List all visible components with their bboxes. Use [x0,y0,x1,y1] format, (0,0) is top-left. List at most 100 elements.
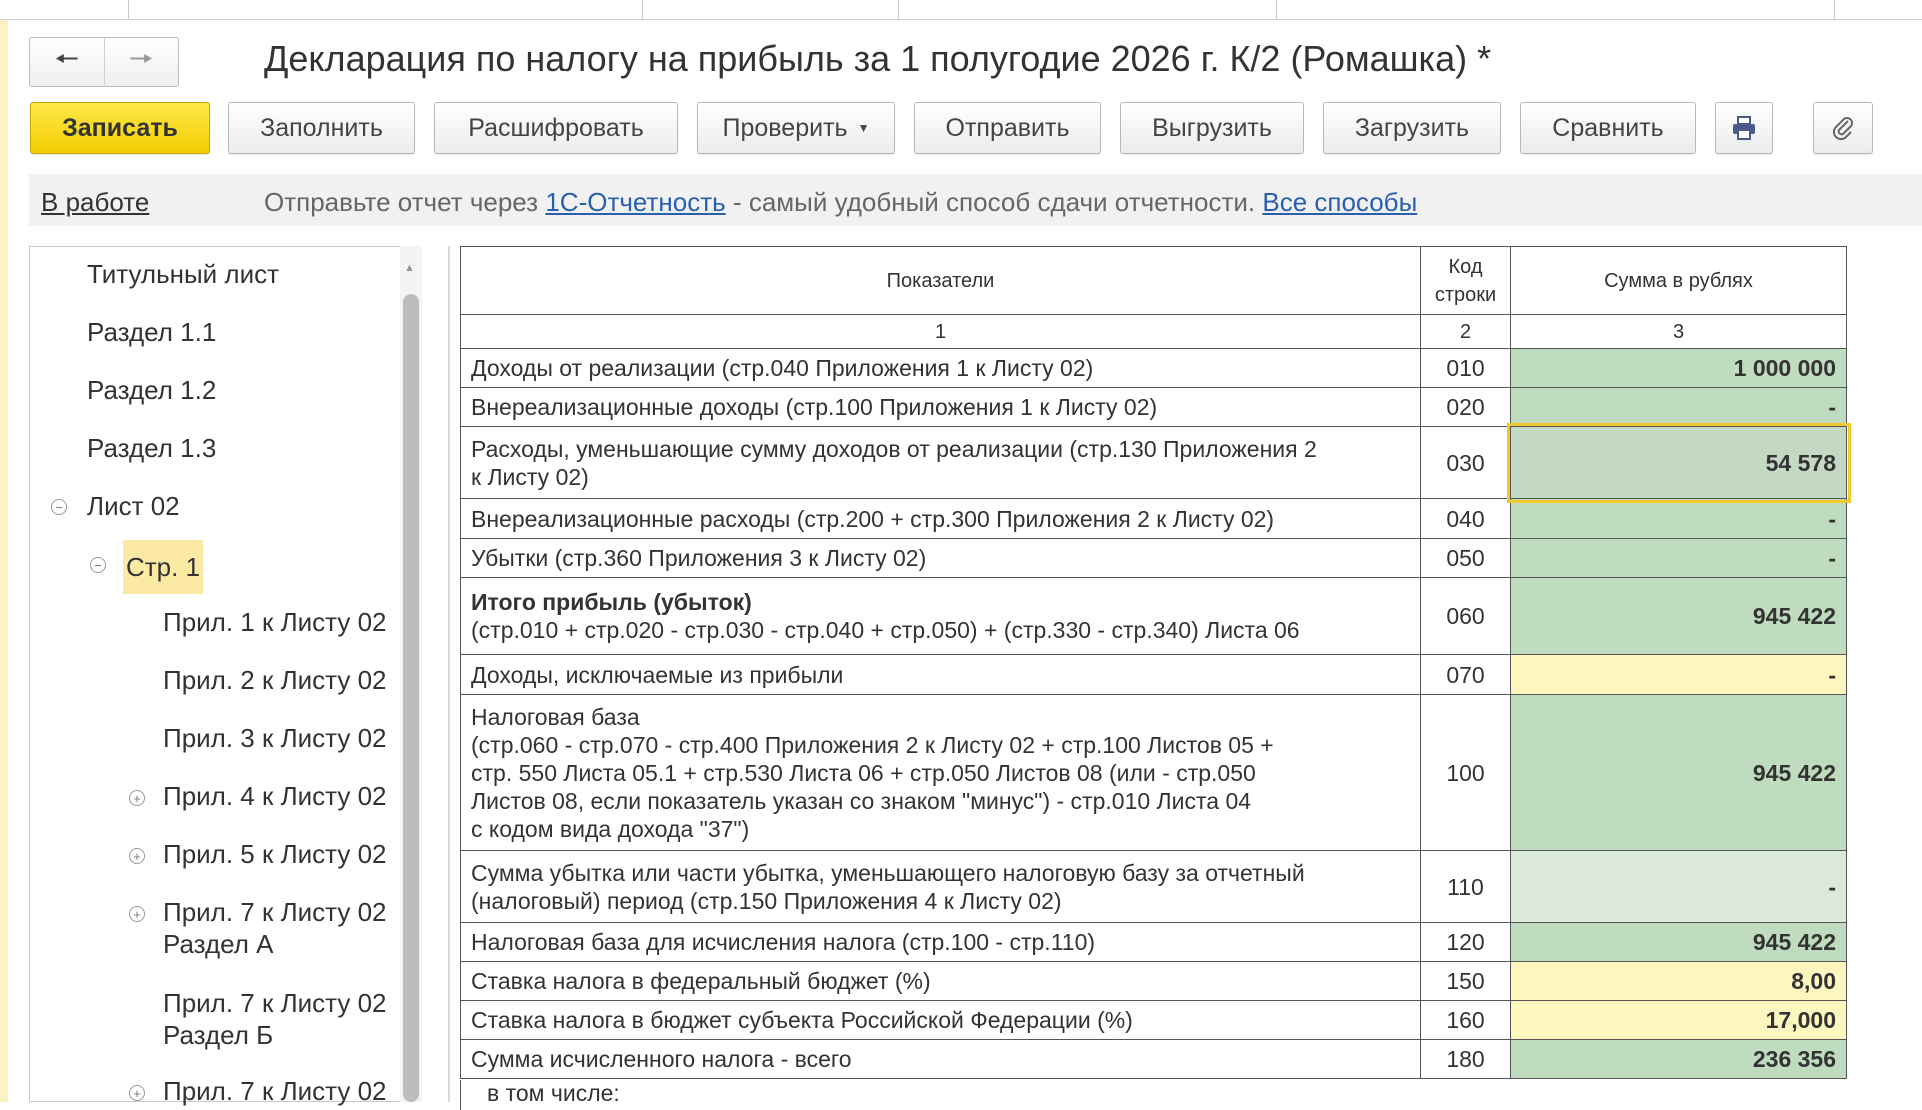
row-label-line: стр. 550 Листа 05.1 + стр.530 Листа 06 +… [471,759,1256,786]
tree-item-sheet-02[interactable]: Лист 02 [87,491,180,522]
tree-item-appendix-3[interactable]: Прил. 3 к Листу 02 [163,723,387,754]
row-label: Сумма исчисленного налога - всего [460,1039,1421,1079]
back-button[interactable]: 🠔 [30,38,104,86]
page-title: Декларация по налогу на прибыль за 1 пол… [264,38,1492,79]
table-row: Убытки (стр.360 Приложения 3 к Листу 02)… [460,538,1847,578]
row-value-020[interactable]: - [1510,387,1847,427]
colnum-3: 3 [1510,314,1847,349]
row-label-line: Итого прибыль (убыток) [471,589,752,615]
row-value-060[interactable]: 945 422 [1510,577,1847,655]
tree-item-section-1-2[interactable]: Раздел 1.2 [87,375,216,406]
row-code: 050 [1420,538,1511,578]
window-tab[interactable] [1276,0,1277,20]
tree-item-appendix-2[interactable]: Прил. 2 к Листу 02 [163,665,387,696]
tree-item-appendix-4[interactable]: Прил. 4 к Листу 02 [163,781,387,812]
row-label: Внереализационные доходы (стр.100 Прилож… [460,387,1421,427]
table-row: Сумма исчисленного налога - всего 180 23… [460,1039,1847,1079]
tree-item-appendix-7[interactable]: Прил. 7 к Листу 02 [163,1076,387,1107]
row-value-050[interactable]: - [1510,538,1847,578]
row-label-line: с кодом вида дохода "37") [471,815,750,842]
paperclip-icon [1832,117,1853,141]
expand-icon[interactable]: + [129,848,145,864]
header-indicators: Показатели [460,246,1421,315]
tree-item-appendix-7a-sub: Раздел А [163,929,274,959]
row-value-160[interactable]: 17,000 [1510,1000,1847,1040]
table-row: Налоговая база для исчисления налога (ст… [460,922,1847,962]
row-value-100[interactable]: 945 422 [1510,694,1847,851]
row-label-line: Расходы, уменьшающие сумму доходов от ре… [471,435,1317,462]
history-navigation: 🠔 🠖 [29,37,179,87]
row-value-010[interactable]: 1 000 000 [1510,348,1847,388]
arrow-left-icon: 🠔 [54,43,79,74]
check-button[interactable]: Проверить ▼ [697,102,895,154]
forward-button[interactable]: 🠖 [103,38,179,86]
row-label-line: (стр.060 - стр.070 - стр.400 Приложения … [471,731,1274,758]
save-button[interactable]: Записать [30,102,210,154]
report-state-link[interactable]: В работе [41,187,149,218]
table-header-row: Показатели Код строки Сумма в рублях [460,246,1847,315]
status-message-after: - самый удобный способ сдачи отчетности. [732,187,1256,217]
panel-splitter[interactable] [448,246,450,1102]
row-label: Ставка налога в бюджет субъекта Российск… [460,1000,1421,1040]
tree-item-section-1-3[interactable]: Раздел 1.3 [87,433,216,464]
row-value-180[interactable]: 236 356 [1510,1039,1847,1079]
status-bar: В работе Отправьте отчет через 1С-Отчетн… [29,174,1922,226]
tree-item-page-1[interactable]: Стр. 1 [123,540,204,594]
row-code: 040 [1420,498,1511,539]
row-code: 100 [1420,694,1511,851]
send-button[interactable]: Отправить [914,102,1101,154]
row-value-110[interactable]: - [1510,850,1847,923]
window-tab[interactable] [898,0,899,20]
collapse-icon[interactable]: − [90,557,106,573]
expand-icon[interactable]: + [129,1085,145,1101]
tree-item-title-page[interactable]: Титульный лист [87,259,279,290]
window-tab[interactable] [1834,0,1835,20]
header-code-line2: строки [1434,283,1497,306]
print-button[interactable] [1715,102,1773,154]
collapse-icon[interactable]: − [51,499,67,515]
row-label: Ставка налога в федеральный бюджет (%) [460,961,1421,1001]
compare-button[interactable]: Сравнить [1520,102,1696,154]
decode-button[interactable]: Расшифровать [434,102,678,154]
window-tab-strip [0,0,1922,20]
scroll-up-icon[interactable]: ▲ [404,262,415,274]
tree-item-appendix-5[interactable]: Прил. 5 к Листу 02 [163,839,387,870]
tree-scrollbar-thumb[interactable] [403,294,419,1102]
service-link[interactable]: 1С-Отчетность [545,187,725,217]
export-button[interactable]: Выгрузить [1120,102,1304,154]
tree-item-appendix-1[interactable]: Прил. 1 к Листу 02 [163,607,387,638]
table-row: Ставка налога в федеральный бюджет (%) 1… [460,961,1847,1001]
row-value-150[interactable]: 8,00 [1510,961,1847,1001]
row-code: 060 [1420,577,1511,655]
printer-icon [1733,116,1755,140]
tree-item-appendix-7a[interactable]: Прил. 7 к Листу 02 [163,897,387,928]
row-label-line: к Листу 02) [471,463,589,490]
fill-button[interactable]: Заполнить [228,102,415,154]
import-button[interactable]: Загрузить [1323,102,1501,154]
table-row: Доходы, исключаемые из прибыли 070 - [460,654,1847,695]
all-methods-link[interactable]: Все способы [1262,187,1417,217]
attach-button[interactable] [1813,102,1873,154]
tree-item-appendix-7b-sub: Раздел Б [163,1020,274,1050]
table-row: Расходы, уменьшающие сумму доходов от ре… [460,422,1851,503]
row-value-120[interactable]: 945 422 [1510,922,1847,962]
tree-item-appendix-7b[interactable]: Прил. 7 к Листу 02 [163,988,387,1019]
table-row: Внереализационные доходы (стр.100 Прилож… [460,387,1847,427]
row-label-line: (налоговый) период (стр.150 Приложения 4… [471,887,1062,914]
tree-item-section-1-1[interactable]: Раздел 1.1 [87,317,216,348]
table-row: Внереализационные расходы (стр.200 + стр… [460,498,1847,539]
table-row: Итого прибыль (убыток) (стр.010 + стр.020… [460,577,1847,655]
row-label: Внереализационные расходы (стр.200 + стр… [460,498,1421,539]
table-continuation: в том числе: [460,1080,1430,1110]
row-label: Доходы от реализации (стр.040 Приложения… [460,348,1421,388]
row-value-030[interactable]: 54 578 [1506,422,1851,503]
expand-icon[interactable]: + [129,906,145,922]
window-tab[interactable] [642,0,643,20]
row-value-040[interactable]: - [1510,498,1847,539]
column-numbers-row: 1 2 3 [460,314,1847,349]
row-value-070[interactable]: - [1510,654,1847,695]
window-tab[interactable] [128,0,129,20]
table-row: Налоговая база (стр.060 - стр.070 - стр.4… [460,694,1847,851]
expand-icon[interactable]: + [129,790,145,806]
row-label-line: Листов 08, если показатель указан со зна… [471,787,1252,814]
